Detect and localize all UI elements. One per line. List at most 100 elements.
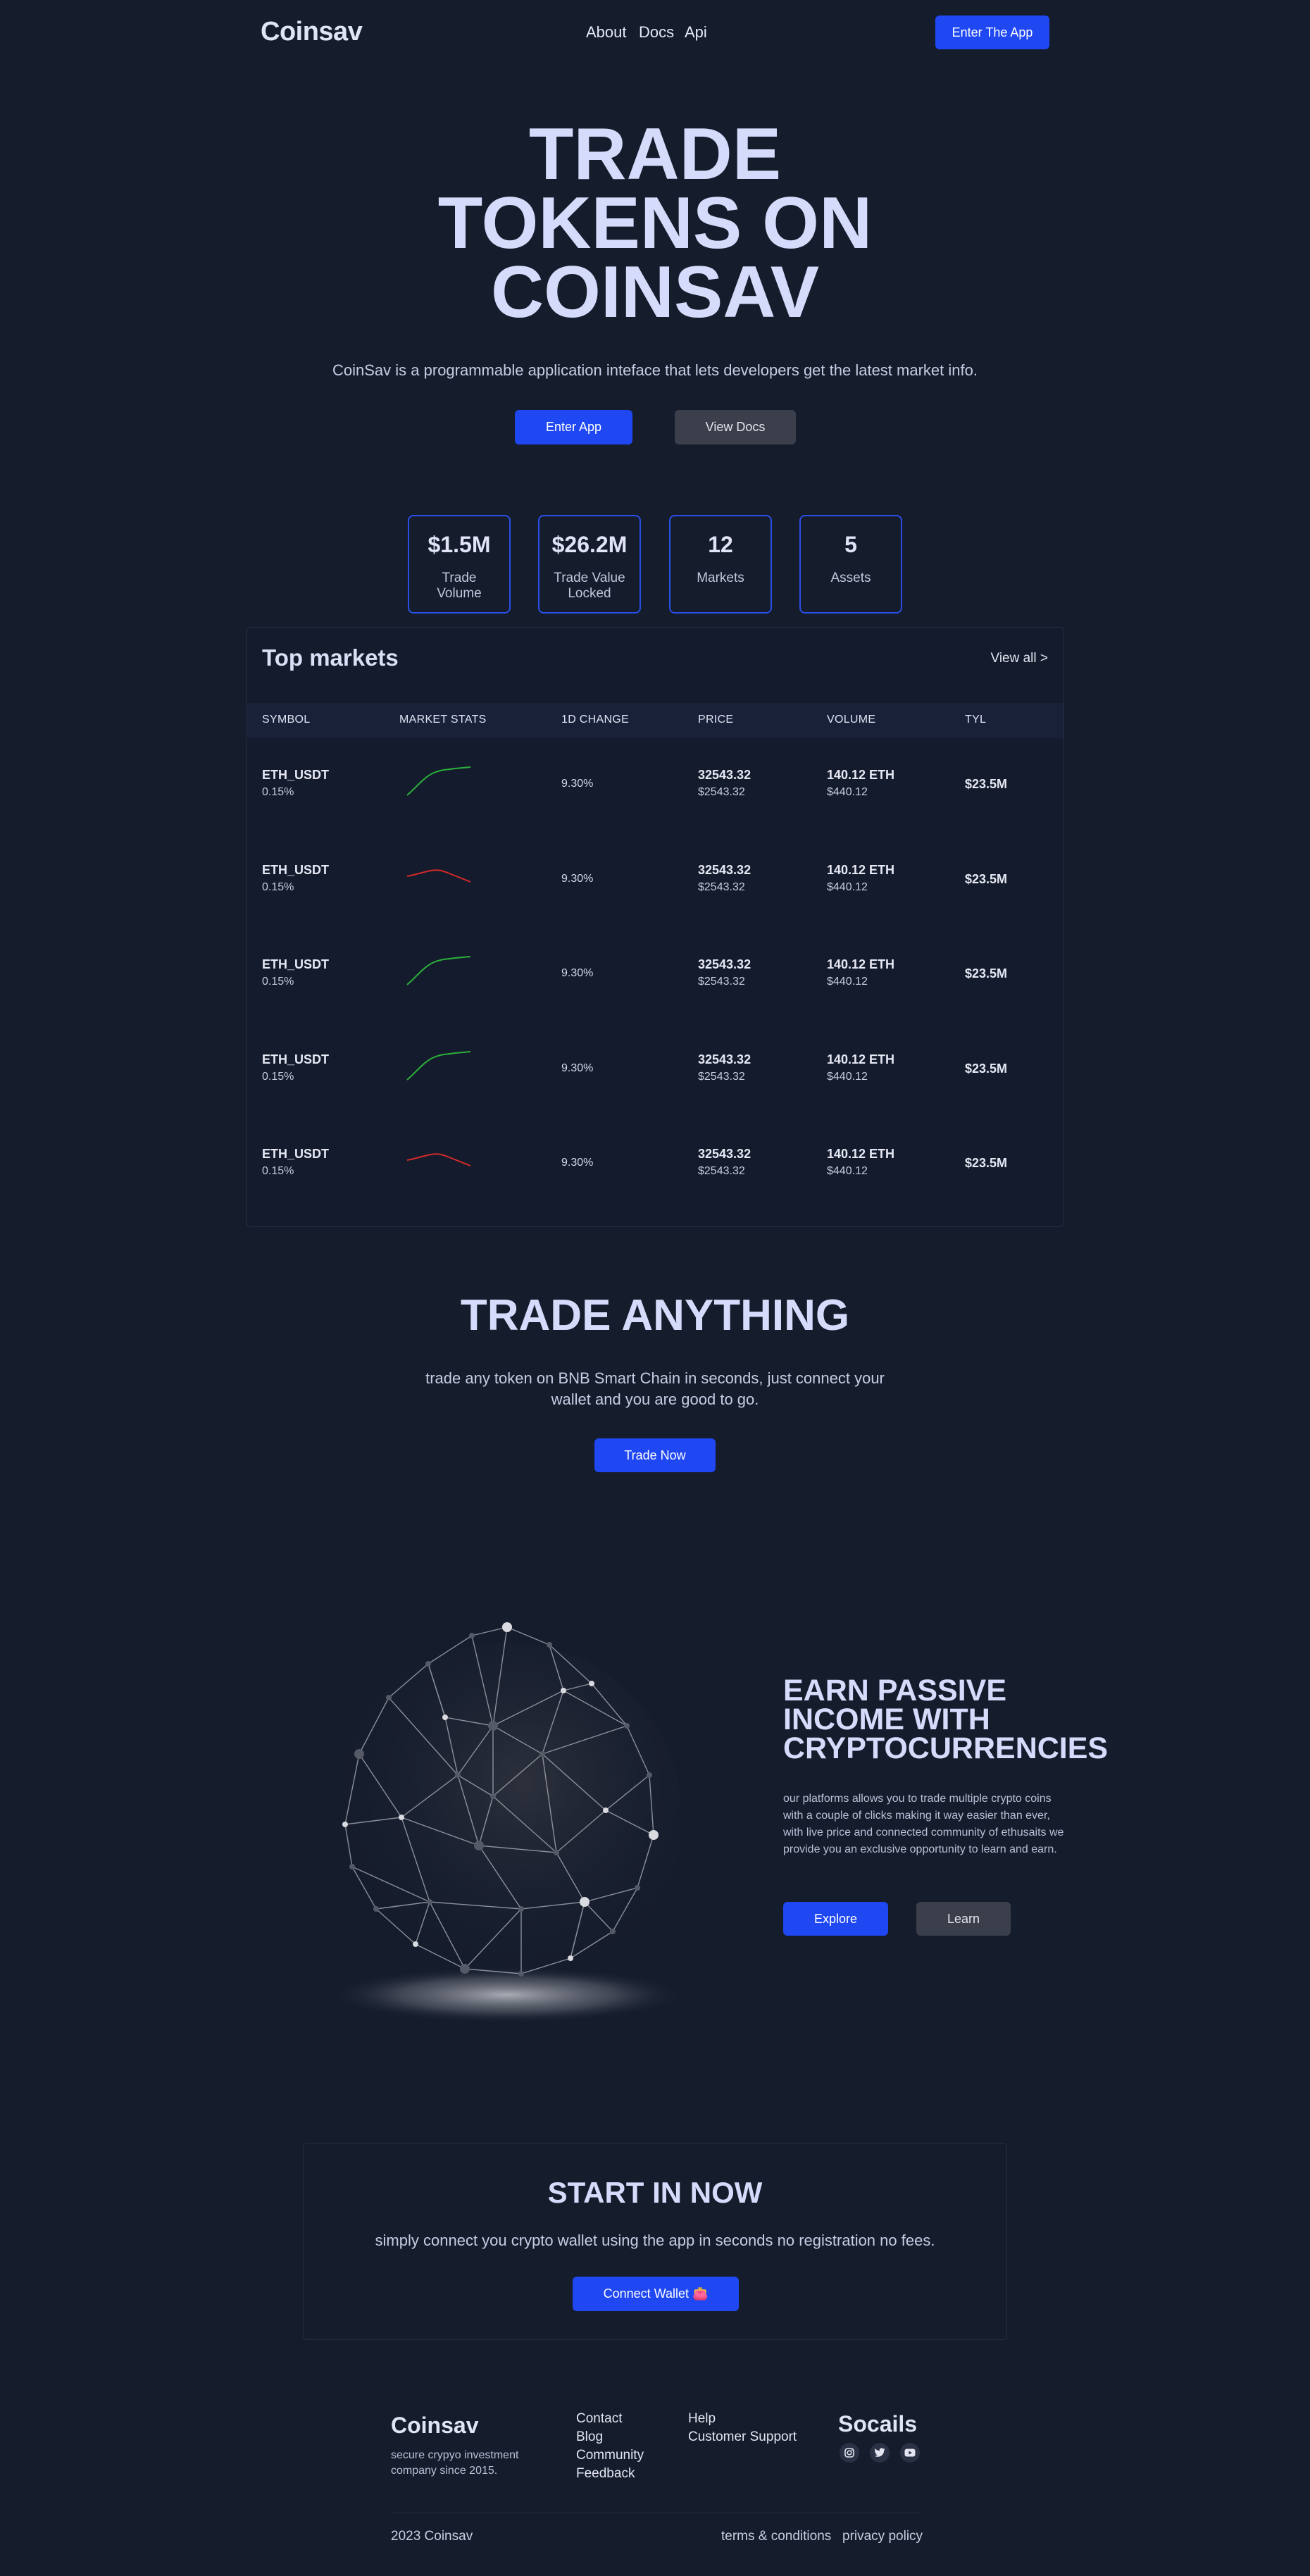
table-row[interactable]: ETH_USDT 0.15% 9.30% 32543.32 $2543.32 140.12… [247,833,1063,928]
globe-node [399,1815,404,1820]
start-now-panel: START IN NOW simply connect you crypto w… [303,2143,1007,2340]
column-header-tyl[interactable]: TYL [965,714,986,726]
globe-node [474,1841,484,1850]
table-row[interactable]: ETH_USDT 0.15% 9.30% 32543.32 $2543.32 140.12… [247,1023,1063,1117]
globe-node [373,1906,379,1912]
price-usd-cell: $2543.32 [698,881,745,893]
globe-node [561,1688,566,1693]
table-header: SYMBOL MARKET STATS 1D CHANGE PRICE VOLU… [247,703,1063,738]
connect-wallet-button[interactable]: Connect Wallet 👛 [573,2277,739,2311]
hero-title-line: COINSAV [490,251,820,333]
hero-title-line: TRADE [528,113,782,195]
footer-logo[interactable]: Coinsav [391,2413,478,2439]
globe-node [386,1695,392,1700]
column-header-volume[interactable]: VOLUME [827,714,875,726]
view-all-link[interactable]: View all > [990,651,1048,666]
youtube-icon[interactable] [900,2443,920,2463]
globe-node [589,1681,594,1686]
hero-subtitle: CoinSav is a programmable application in… [332,361,978,379]
globe-body [332,1643,682,1992]
stat-card-assets: 5 Assets [799,515,902,614]
symbol-cell: ETH_USDT [262,862,330,877]
table-row[interactable]: ETH_USDT 0.15% 9.30% 32543.32 $2543.32 140.12… [247,1117,1063,1212]
volume-cell: 140.12 ETH [827,862,895,877]
twitter-icon[interactable] [870,2443,890,2463]
change-cell: 9.30% [561,1062,594,1074]
globe-node [460,1964,470,1974]
volume-usd-cell: $440.12 [827,786,868,798]
nav-link-api[interactable]: Api [685,23,707,42]
globe-node [554,1850,559,1855]
table-row[interactable]: ETH_USDT 0.15% 9.30% 32543.32 $2543.32 140.12… [247,738,1063,833]
terms-link[interactable]: terms & conditions [721,2529,831,2544]
footer-link-feedback[interactable]: Feedback [576,2466,635,2482]
tyl-cell: $23.5M [965,777,1008,791]
symbol-change-cell: 0.15% [262,976,294,988]
tyl-cell: $23.5M [965,871,1008,886]
globe-node [547,1642,552,1648]
column-header-1d-change[interactable]: 1D CHANGE [561,714,629,726]
globe-edge [506,1626,550,1645]
volume-cell: 140.12 ETH [827,1052,895,1066]
nav-link-docs[interactable]: Docs [639,23,674,42]
globe-node [610,1929,616,1934]
globe-node [490,1793,496,1799]
column-header-price[interactable]: PRICE [698,714,733,726]
trade-anything-subtitle: trade any token on BNB Smart Chain in se… [425,1369,885,1408]
stat-card-trade-volume: $1.5M Trade Volume [408,515,511,614]
sparkline-down [406,1153,471,1166]
globe-node [342,1822,348,1827]
footer-link-contact[interactable]: Contact [576,2411,622,2427]
change-cell: 9.30% [561,872,594,885]
earn-title: EARN PASSIVE INCOME WITH CRYPTOCURRENCIE… [783,1676,1109,1765]
symbol-cell: ETH_USDT [262,1147,330,1161]
footer-link-help[interactable]: Help [688,2411,716,2427]
start-now-title: START IN NOW [547,2176,763,2209]
sparkline-up [406,1050,471,1081]
volume-cell: 140.12 ETH [827,768,895,782]
globe-node [568,1955,573,1961]
price-cell: 32543.32 [698,957,751,971]
stat-label: Markets [697,571,744,585]
instagram-icon[interactable] [840,2443,859,2463]
table-row[interactable]: ETH_USDT 0.15% 9.30% 32543.32 $2543.32 140.12… [247,928,1063,1022]
symbol-change-cell: 0.15% [262,786,294,798]
stat-value: 12 [708,532,733,557]
start-now-subtitle: simply connect you crypto wallet using t… [375,2232,935,2249]
globe-node [349,1864,355,1869]
stat-value: $1.5M [428,532,491,557]
sparkline-path [406,1050,471,1081]
learn-button[interactable]: Learn [916,1902,1011,1936]
footer-link-blog[interactable]: Blog [576,2429,603,2445]
privacy-link[interactable]: privacy policy [842,2529,923,2544]
earn-title-line: CRYPTOCURRENCIES [783,1731,1109,1765]
enter-app-button[interactable]: Enter App [515,410,632,444]
stat-value: 5 [844,532,857,557]
top-markets-panel: Top markets View all > SYMBOL MARKET STA… [247,627,1064,1227]
globe-node [649,1830,659,1840]
hero-title: TRADE TOKENS ON COINSAV [373,113,937,333]
change-cell: 9.30% [561,778,594,790]
nav-link-about[interactable]: About [586,23,627,42]
symbol-change-cell: 0.15% [262,1165,294,1177]
price-cell: 32543.32 [698,1147,751,1161]
globe-node [354,1749,364,1759]
enter-the-app-button[interactable]: Enter The App [935,15,1049,49]
globe-node [455,1772,461,1778]
explore-button[interactable]: Explore [783,1902,888,1936]
globe-illustration [328,1622,687,2023]
tyl-cell: $23.5M [965,1156,1008,1170]
footer-link-community[interactable]: Community [576,2448,644,2463]
trade-now-button[interactable]: Trade Now [594,1438,716,1472]
price-usd-cell: $2543.32 [698,786,745,798]
socials-title: Socails [838,2411,918,2437]
column-header-market-stats[interactable]: MARKET STATS [399,714,487,726]
stat-label: Trade Volume [437,571,482,601]
symbol-cell: ETH_USDT [262,957,330,971]
column-header-symbol[interactable]: SYMBOL [262,714,311,726]
price-cell: 32543.32 [698,768,751,782]
logo[interactable]: Coinsav [261,17,363,47]
view-docs-button[interactable]: View Docs [675,410,796,444]
footer-link-customer-support[interactable]: Customer Support [688,2429,797,2445]
globe-node [518,1906,524,1912]
